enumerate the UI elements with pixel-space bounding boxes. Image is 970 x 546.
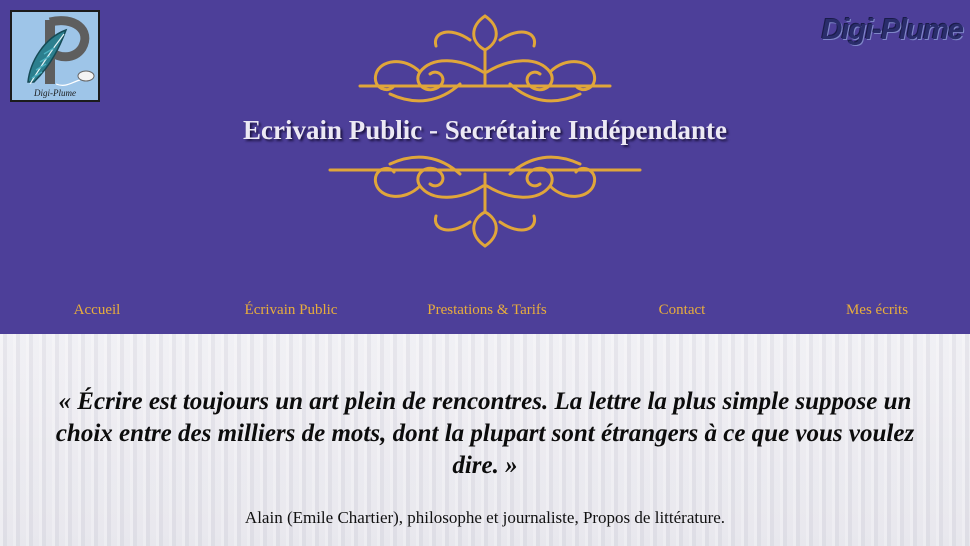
quote-attribution: Alain (Emile Chartier), philosophe et jo… [244, 508, 726, 527]
brand-wordmark: Digi-Plume [821, 14, 964, 46]
quill-mouse-logo-icon [27, 16, 95, 86]
site-header: Digi-Plume Digi-Plume Ecrivain Public - … [0, 0, 970, 334]
nav-item-mes-ecrits[interactable]: Mes écrits [846, 302, 908, 319]
page-title: Ecrivain Public - Secrétaire Indépendant… [243, 115, 727, 145]
main-content: « Écrire est toujours un art plein de re… [0, 334, 970, 546]
featured-quote: « Écrire est toujours un art plein de re… [55, 388, 915, 479]
ornament-top-icon [358, 14, 612, 103]
ornament-bottom-icon [328, 155, 642, 248]
main-nav: Accueil Écrivain Public Prestations & Ta… [0, 302, 970, 326]
nav-item-prestations-tarifs[interactable]: Prestations & Tarifs [427, 302, 547, 319]
logo-caption: Digi-Plume [34, 88, 76, 98]
site-logo[interactable]: Digi-Plume [10, 10, 100, 102]
nav-item-ecrivain-public[interactable]: Écrivain Public [245, 302, 338, 319]
nav-item-contact[interactable]: Contact [659, 302, 706, 319]
nav-item-accueil[interactable]: Accueil [74, 302, 121, 319]
